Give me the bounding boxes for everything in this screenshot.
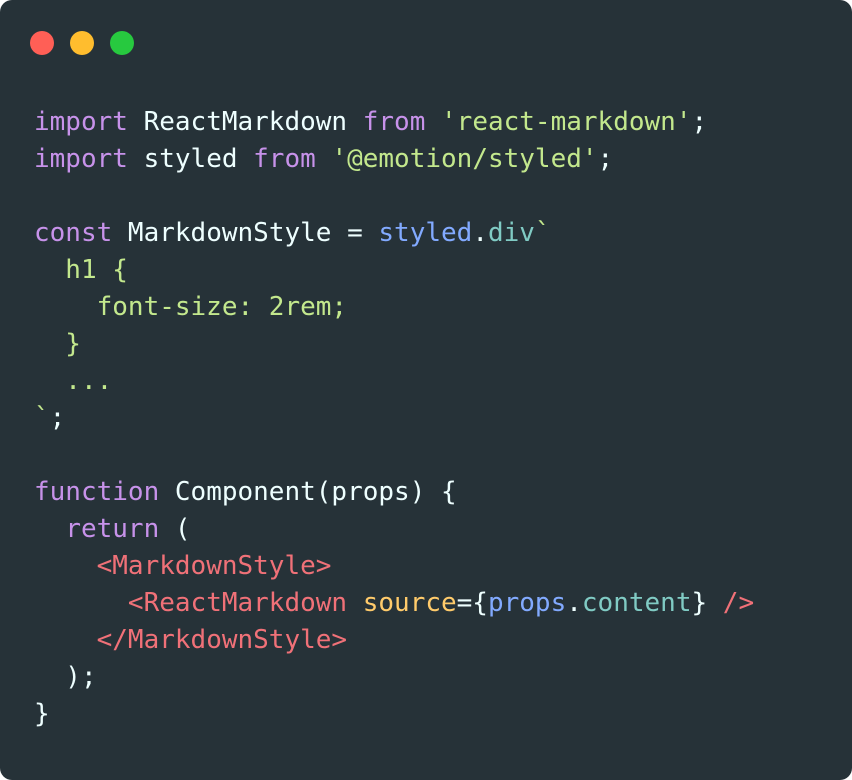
code-token-string: ` [34,403,50,433]
code-line: </MarkdownStyle> [34,622,754,659]
code-line: } [34,326,754,363]
code-token-string: 'react-markdown' [441,107,692,137]
code-line: } [34,696,754,733]
code-token-tag: <MarkdownStyle> [96,551,332,581]
code-line: <MarkdownStyle> [34,548,754,585]
close-button[interactable] [30,31,54,55]
code-token-plain: . [566,588,582,618]
minimize-button[interactable] [70,31,94,55]
code-line: import ReactMarkdown from 'react-markdow… [34,104,754,141]
code-token-plain: MarkdownStyle = [112,218,379,248]
code-line: h1 { [34,252,754,289]
code-token-keyword: function [34,477,160,507]
code-line: <ReactMarkdown source={props.content} /> [34,585,754,622]
code-line: import styled from '@emotion/styled'; [34,141,754,178]
code-token-function: styled [378,218,473,248]
code-line: ); [34,659,754,696]
code-token-plain: ={ [456,588,488,618]
code-token-keyword: import [34,107,128,137]
window-controls [30,31,150,55]
code-token-keyword: import [34,144,128,174]
code-token-string: font-size: 2rem; [34,292,348,322]
code-line: function Component(props) { [34,474,754,511]
code-token-attribute: source [362,588,457,618]
code-block: import ReactMarkdown from 'react-markdow… [34,104,754,733]
code-line: ... [34,363,754,400]
code-token-keyword: return [65,514,160,544]
code-token-plain: ; [597,144,614,174]
code-token-tag: <ReactMarkdown [127,588,348,618]
code-token-plain: Component(props) { [159,477,457,507]
maximize-button[interactable] [110,31,134,55]
code-line: `; [34,400,754,437]
code-token-string: '@emotion/styled' [331,144,598,174]
code-token-property: div [487,218,535,248]
code-window: import ReactMarkdown from 'react-markdow… [0,0,852,780]
code-line: const MarkdownStyle = styled.div` [34,215,754,252]
code-token-plain: } [34,699,50,729]
code-token-plain: . [472,218,488,248]
code-token-tag: </MarkdownStyle> [96,625,348,655]
code-token-plain: ; [49,403,66,433]
code-token-string: h1 { [34,255,128,285]
code-token-keyword: from [253,144,316,174]
code-token-keyword: from [362,107,426,137]
code-token-plain: styled [127,144,254,174]
code-token-plain: ); [34,662,97,692]
code-token-plain: ( [159,514,191,544]
code-token-property: content [581,588,692,618]
code-token-plain: } [691,588,723,618]
code-token-plain: ReactMarkdown [127,107,363,137]
code-token-string: ` [534,218,551,248]
code-line: font-size: 2rem; [34,289,754,326]
code-token-function: props [487,588,567,618]
code-line: return ( [34,511,754,548]
code-token-string: ... [34,366,113,396]
code-token-plain: ; [691,107,708,137]
code-token-tag: /> [722,588,755,618]
code-token-string: } [34,329,81,359]
code-token-keyword: const [34,218,113,248]
